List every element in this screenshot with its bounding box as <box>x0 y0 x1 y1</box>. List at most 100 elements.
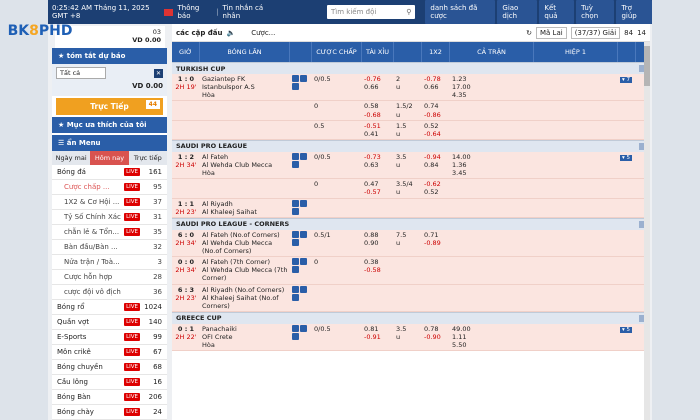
stats-icon[interactable] <box>292 230 299 238</box>
handicap-odds: 0/0.5 <box>314 324 331 333</box>
live-badge: LIVE <box>124 318 140 326</box>
sport-item[interactable]: Bàn đầu/Bàn ... 32 <box>52 240 167 255</box>
sport-item[interactable]: Cược chấp ... LIVE 95 <box>52 180 167 195</box>
live-badge: LIVE <box>124 333 140 341</box>
table-row: 0 : 0 2H 34' Al Fateh (7th Corner) Al Wehda… <box>172 257 650 285</box>
sport-item[interactable]: Tỷ Số Chính Xác LIVE 31 <box>52 210 167 225</box>
sport-count: 37 <box>153 198 162 206</box>
stats-icon[interactable] <box>292 160 299 168</box>
ou-odds: 0.78 -0.90 <box>424 324 441 341</box>
tab-today[interactable]: Hôm nay <box>90 151 129 165</box>
sport-item[interactable]: Quần vợt LIVE 140 <box>52 315 167 330</box>
col-fulltime: CẢ TRẬN <box>450 42 534 62</box>
menu-help[interactable]: Trợ giúp <box>616 0 652 24</box>
stats-icon[interactable] <box>300 199 307 207</box>
scroll-thumb[interactable] <box>644 46 650 86</box>
close-icon[interactable]: ✕ <box>154 68 163 78</box>
league-count[interactable]: (37/37) Giải <box>570 26 621 39</box>
sport-name: Bàn đầu/Bàn ... <box>64 243 118 251</box>
sport-count: 68 <box>153 363 162 371</box>
sport-item[interactable]: Cược hỗn hợp 28 <box>52 270 167 285</box>
live-count: 44 <box>145 100 160 109</box>
ou-odds: -0.94 0.84 <box>424 152 441 169</box>
page-title: các cặp đấu <box>176 28 223 37</box>
stats-icon[interactable] <box>292 83 299 90</box>
live-button[interactable]: Trực Tiếp 44 <box>56 98 163 115</box>
sport-item[interactable]: E-Sports LIVE 99 <box>52 330 167 345</box>
sport-count: 35 <box>153 228 162 236</box>
notice-link[interactable]: Thông báo <box>177 4 212 20</box>
more-cell <box>618 230 636 256</box>
filter-select[interactable]: Tất cả <box>56 67 106 79</box>
stats-icon[interactable] <box>300 258 307 266</box>
favorite-header[interactable]: ★ Mục ưa thích của tôi <box>52 117 167 133</box>
sport-item[interactable]: Bóng chày LIVE 24 <box>52 405 167 420</box>
sport-item[interactable]: Bóng Bàn LIVE 206 <box>52 390 167 405</box>
stats-icon[interactable] <box>300 152 307 160</box>
menu-transactions[interactable]: Giao dịch <box>497 0 538 24</box>
menu-header[interactable]: ☰ ẩn Menu <box>52 135 167 151</box>
sport-name: Cược chấp ... <box>64 183 110 191</box>
search-input[interactable]: Tìm kiếm đội ⚲ <box>327 5 416 19</box>
handicap-values: 0.81 -0.91 <box>364 324 381 341</box>
region-select[interactable]: Mã Lai <box>535 26 567 39</box>
summary-header[interactable]: ★ tóm tắt dự báo <box>52 48 167 64</box>
speaker-icon[interactable]: 🔈 <box>227 29 236 37</box>
sport-name: Tỷ Số Chính Xác <box>64 213 121 221</box>
stats-icon[interactable] <box>300 285 307 293</box>
sport-item[interactable]: Nửa trận / Toà... 3 <box>52 255 167 270</box>
stats-icon[interactable] <box>292 75 299 82</box>
ou-odds: 0.74 -0.86 <box>424 102 441 119</box>
messages-link[interactable]: Tin nhắn cá nhân <box>223 4 280 20</box>
sport-item[interactable]: Bóng rổ LIVE 1024 <box>52 300 167 315</box>
sport-item[interactable]: cược đội vô địch 36 <box>52 285 167 300</box>
stats-icon[interactable] <box>292 152 299 160</box>
sport-item[interactable]: Cầu lông LIVE 16 <box>52 375 167 390</box>
live-badge: LIVE <box>124 228 140 236</box>
sport-item[interactable]: Bóng đá LIVE 161 <box>52 165 167 180</box>
flag-icon[interactable] <box>164 8 174 16</box>
league-header[interactable]: GREECE CUP <box>172 311 650 324</box>
stats-icon[interactable] <box>292 324 299 332</box>
half-odds <box>534 152 618 178</box>
stats-icon[interactable] <box>292 285 299 293</box>
stats-icon[interactable] <box>292 238 299 246</box>
menu-options[interactable]: Tuỳ chọn <box>576 0 615 24</box>
stats-icon[interactable] <box>292 207 299 215</box>
stats-icon[interactable] <box>300 75 307 82</box>
match-icons <box>290 230 312 256</box>
sport-item[interactable]: chẵn lẻ & Tổn... LIVE 35 <box>52 225 167 240</box>
half-odds <box>534 121 618 139</box>
stats-icon[interactable] <box>292 293 299 301</box>
scrollbar[interactable] <box>644 42 650 420</box>
stats-icon[interactable] <box>300 230 307 238</box>
league-header[interactable]: SAUDI PRO LEAGUE <box>172 139 650 152</box>
stats-icon[interactable] <box>292 266 299 274</box>
user-balance: VD 0.00 <box>132 36 161 44</box>
sport-item[interactable]: Bóng chuyền LIVE 68 <box>52 360 167 375</box>
search-icon[interactable]: ⚲ <box>406 8 411 16</box>
menu-bets[interactable]: danh sách đã cược <box>425 0 496 24</box>
stats-icon[interactable] <box>300 324 307 332</box>
sport-item[interactable]: 1X2 & Cơ Hội ... LIVE 37 <box>52 195 167 210</box>
more-bets-button[interactable]: ▾ 5 <box>620 154 633 161</box>
match-icons <box>290 121 312 139</box>
handicap-values: 0.38 -0.58 <box>364 258 381 275</box>
bet-type-select[interactable]: Cược... <box>251 29 275 37</box>
league-header[interactable]: SAUDI PRO LEAGUE - CORNERS <box>172 217 650 230</box>
more-bets-button[interactable]: ▾ 7 <box>620 77 633 83</box>
refresh-icon[interactable]: ↻ <box>526 29 532 37</box>
more-bets-button[interactable]: ▾ 5 <box>620 326 633 333</box>
count-a: 84 <box>624 28 634 37</box>
tab-tomorrow[interactable]: Ngày mai <box>52 151 91 165</box>
tab-live[interactable]: Trực tiếp <box>128 151 167 165</box>
sport-item[interactable]: Môn crikê LIVE 67 <box>52 345 167 360</box>
stats-icon[interactable] <box>292 332 299 340</box>
stats-icon[interactable] <box>292 258 299 266</box>
brand-logo[interactable]: BK 8 PHD <box>8 18 73 44</box>
menu-results[interactable]: Kết quả <box>539 0 575 24</box>
match-teams <box>200 121 290 139</box>
league-header[interactable]: TURKISH CUP <box>172 62 650 74</box>
stats-icon[interactable] <box>292 199 299 207</box>
page-margin-right <box>652 0 700 420</box>
